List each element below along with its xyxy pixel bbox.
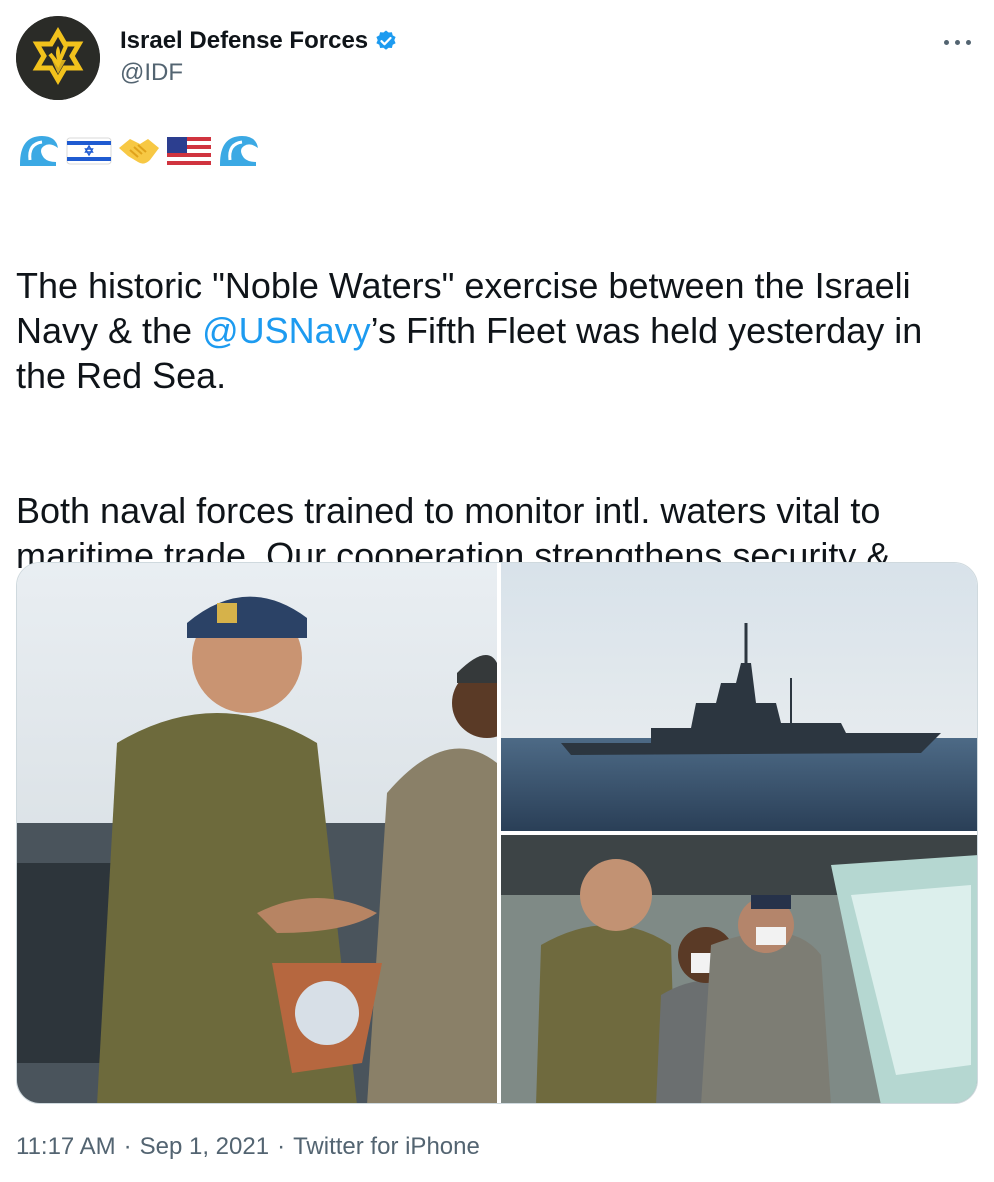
israel-flag-emoji xyxy=(66,130,112,170)
wave-emoji xyxy=(16,130,62,170)
meta-separator: · xyxy=(277,1133,286,1160)
tweet-paragraph: The historic "Noble Waters" exercise bet… xyxy=(16,265,923,396)
author-handle[interactable]: @IDF xyxy=(120,58,398,88)
tweet-date[interactable]: Sep 1, 2021 xyxy=(140,1130,269,1164)
handshake-emoji xyxy=(116,130,162,170)
more-options-icon[interactable] xyxy=(940,30,976,54)
tweet-source: Twitter for iPhone xyxy=(293,1133,480,1160)
verified-badge-icon xyxy=(376,30,396,50)
wave-emoji xyxy=(216,130,262,170)
meta-separator: · xyxy=(123,1133,132,1160)
media-grid xyxy=(16,562,978,1104)
author-avatar[interactable] xyxy=(16,16,100,100)
photo-ship-bridge-crew[interactable] xyxy=(501,835,977,1103)
tweet-meta: 11:17 AM · Sep 1, 2021 · Twitter for iPh… xyxy=(16,1130,480,1164)
author-display-name[interactable]: Israel Defense Forces xyxy=(120,26,368,56)
idf-emblem-icon xyxy=(16,16,100,100)
tweet-header: Israel Defense Forces @IDF xyxy=(16,16,978,106)
tweet-time[interactable]: 11:17 AM xyxy=(16,1130,116,1164)
emoji-line xyxy=(16,130,262,170)
mention-link[interactable]: @USNavy xyxy=(202,310,371,351)
photo-warship-at-sea[interactable] xyxy=(501,563,977,831)
photo-officers-handshake[interactable] xyxy=(17,563,497,1103)
us-flag-emoji xyxy=(166,130,212,170)
